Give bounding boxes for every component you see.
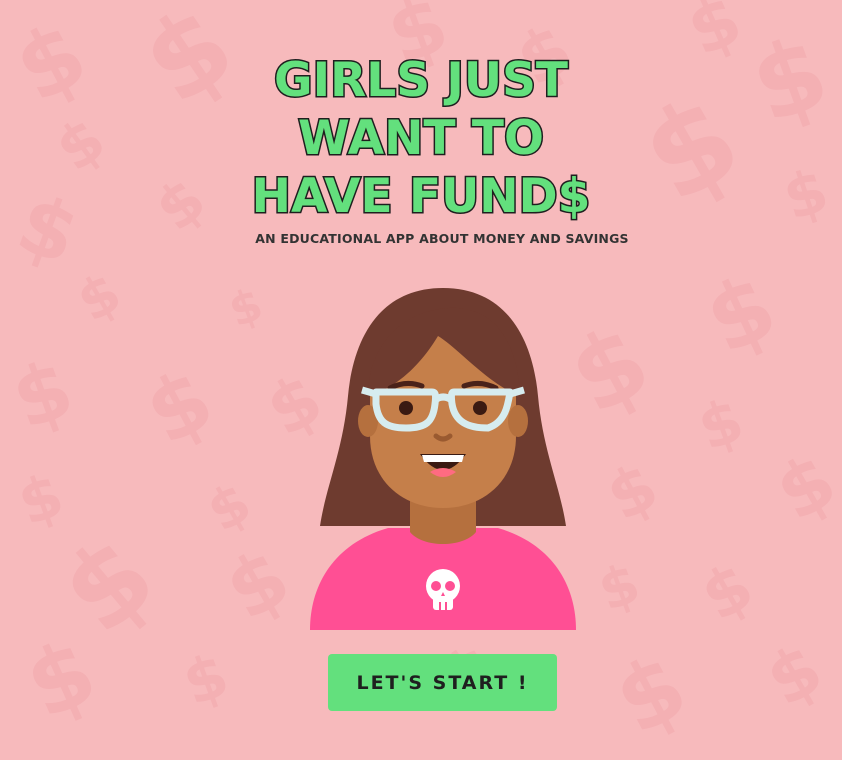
dollar-sign-icon: $: [210, 530, 305, 639]
dollar-sign-icon: $: [130, 349, 229, 466]
teeth: [422, 455, 464, 462]
dollar-sign-icon: $: [689, 548, 766, 637]
girl-avatar-illustration: [310, 288, 576, 630]
dollar-sign-icon: $: [11, 618, 112, 741]
dollar-sign-icon: $: [595, 448, 671, 537]
lets-start-button[interactable]: LET'S START !: [328, 654, 557, 711]
dollar-sign-icon: $: [590, 550, 648, 624]
dollar-sign-icon: $: [9, 459, 73, 541]
dollar-sign-icon: $: [221, 277, 270, 338]
dollar-sign-icon: $: [0, 341, 85, 448]
dollar-sign-icon: $: [66, 259, 132, 335]
app-subtitle: AN EDUCATIONAL APP ABOUT MONEY AND SAVIN…: [255, 231, 629, 246]
dollar-sign-icon: $: [689, 384, 753, 466]
dollar-sign-icon: $: [174, 639, 238, 721]
nose: [433, 433, 453, 442]
app-title-line: HAVE FUND$: [250, 168, 592, 226]
app-title: GIRLS JUST WANT TO HAVE FUND$: [0, 52, 842, 226]
right-ear: [508, 405, 528, 437]
app-title-line: WANT TO: [297, 110, 546, 168]
dollar-sign-icon: $: [598, 633, 704, 756]
right-eye: [473, 401, 487, 415]
dollar-sign-icon: $: [761, 435, 842, 539]
left-eye: [399, 401, 413, 415]
dollar-sign-icon: $: [752, 627, 836, 723]
dollar-sign-icon: $: [196, 469, 262, 545]
dollar-sign-icon: $: [690, 253, 792, 376]
app-title-line: GIRLS JUST: [273, 52, 570, 110]
